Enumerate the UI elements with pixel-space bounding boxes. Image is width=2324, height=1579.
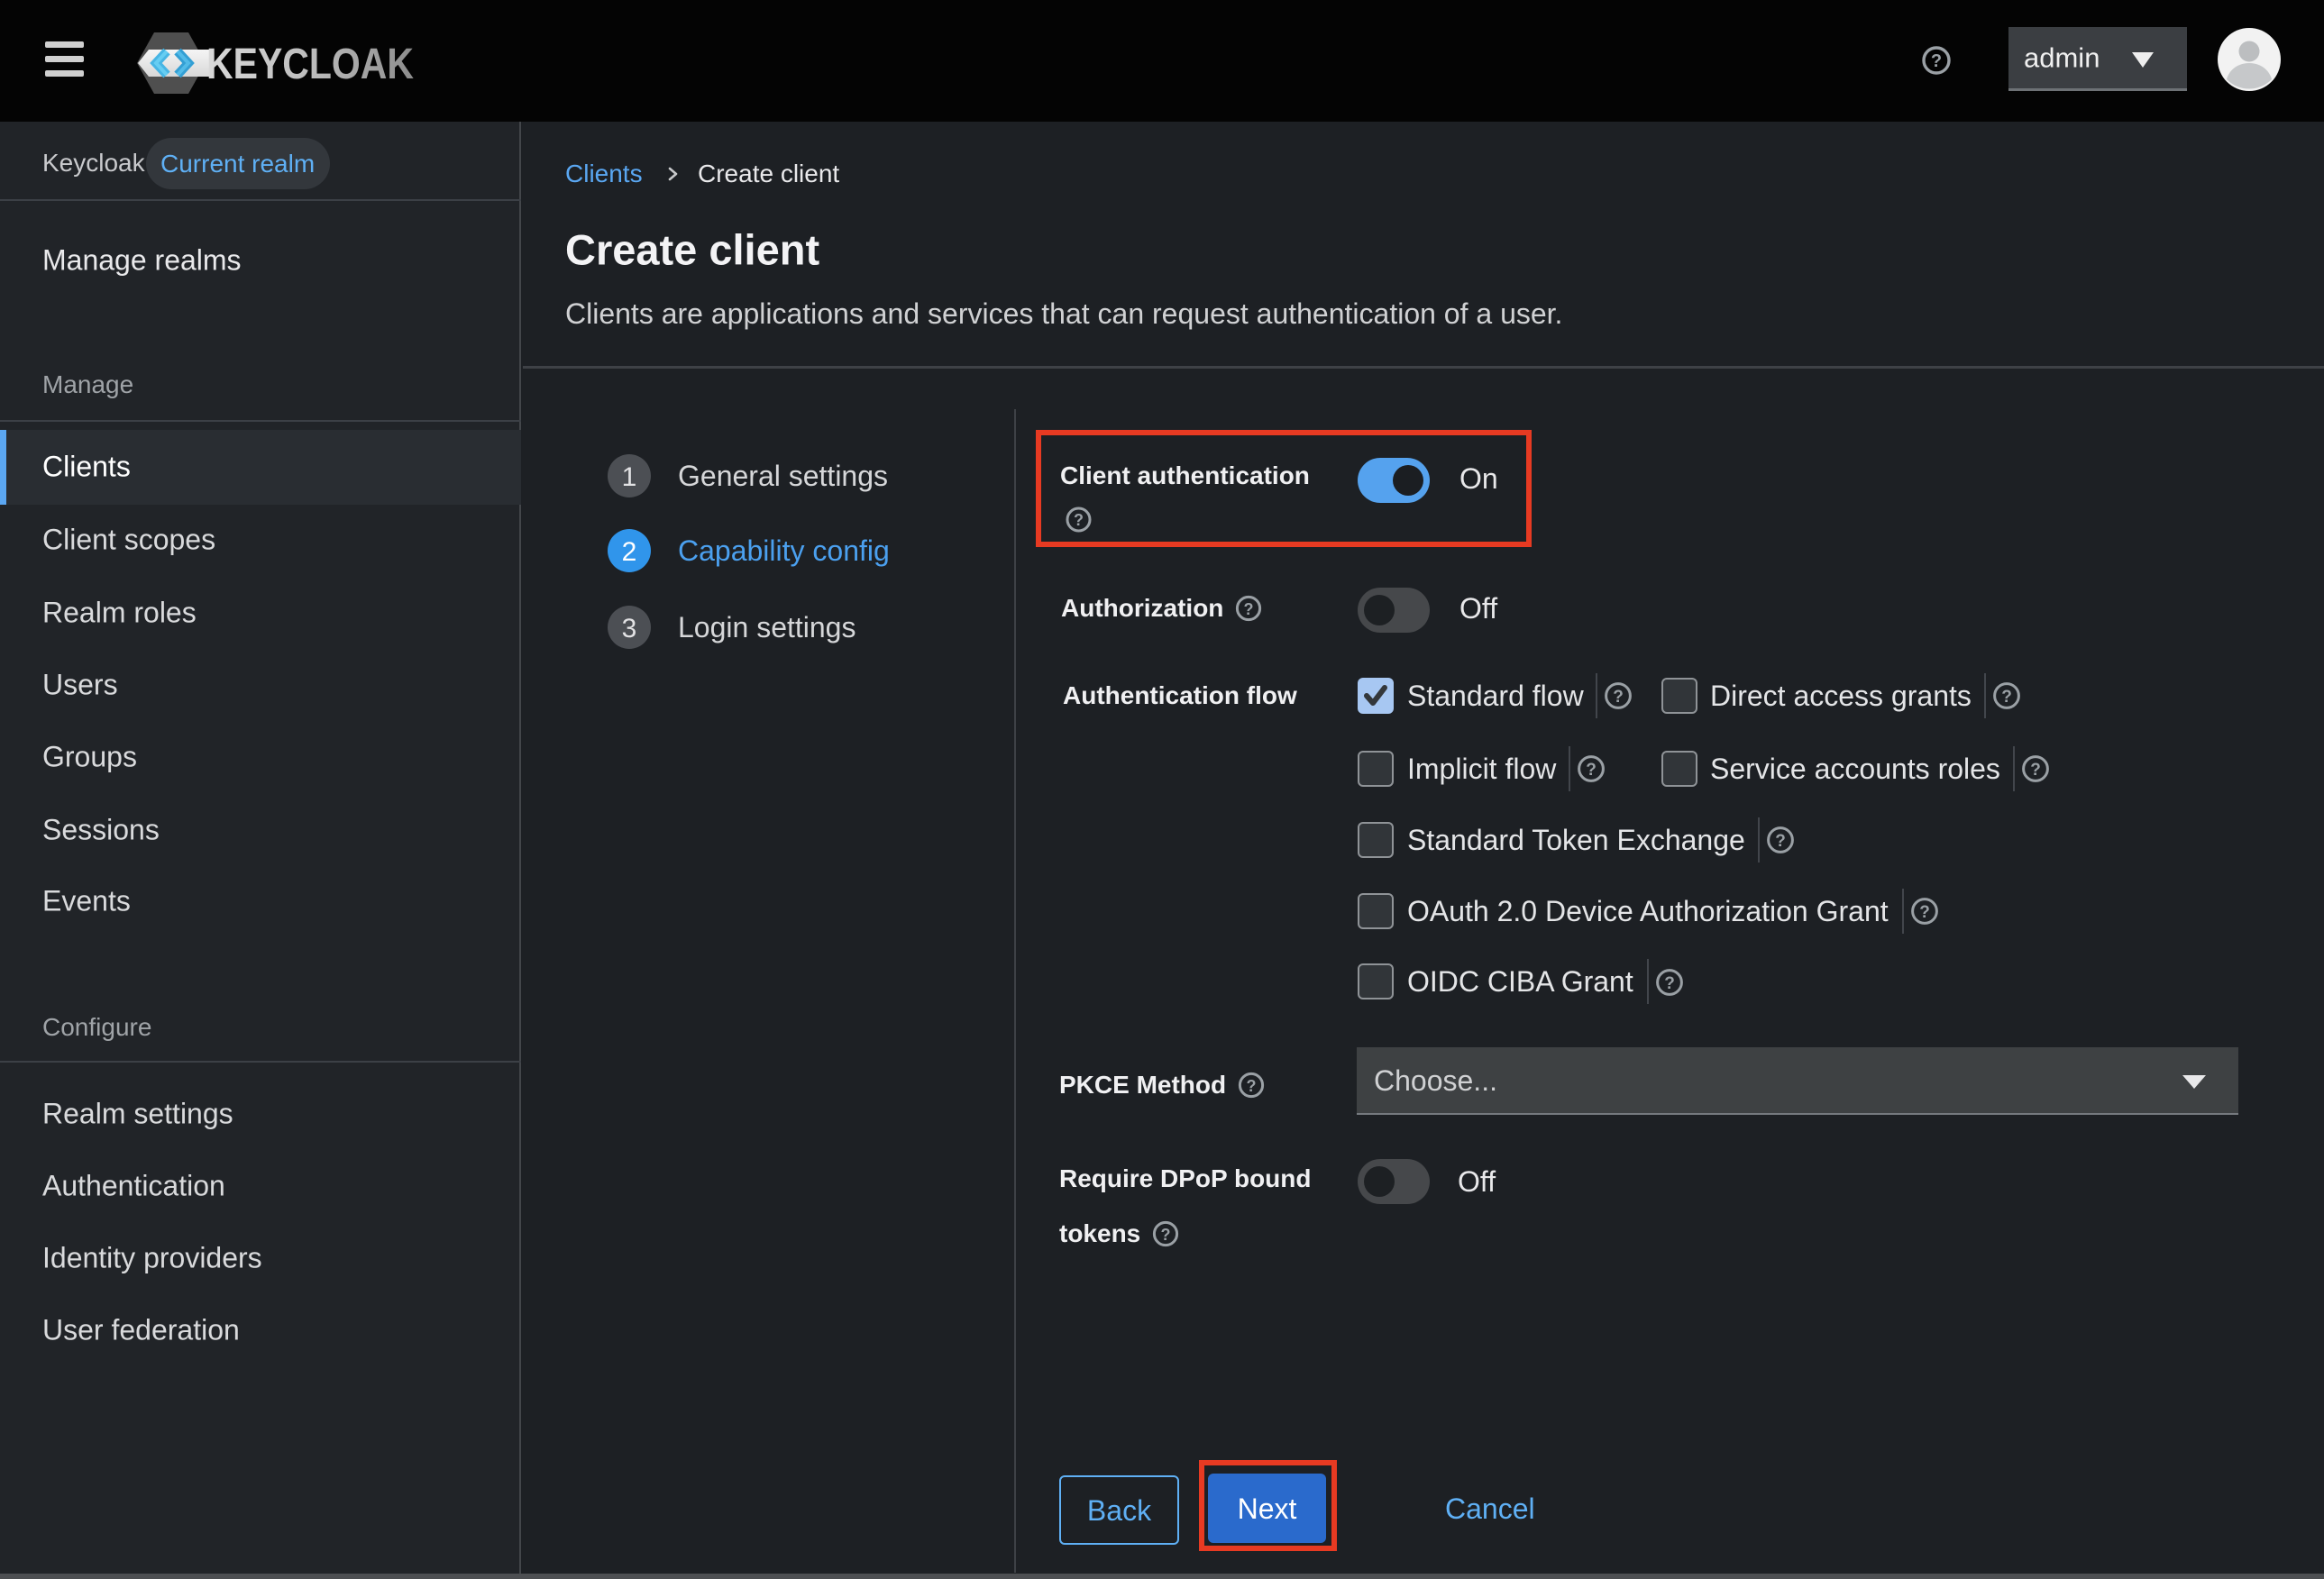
svg-text:?: ? [1074, 511, 1084, 529]
svg-text:?: ? [1161, 1226, 1171, 1244]
svg-text:?: ? [1244, 600, 1254, 618]
svg-text:?: ? [1664, 974, 1675, 993]
svg-text:?: ? [1247, 1077, 1257, 1095]
svg-text:?: ? [1931, 51, 1942, 71]
svg-text:?: ? [2001, 688, 2012, 707]
svg-text:?: ? [1613, 688, 1624, 707]
svg-text:?: ? [1775, 832, 1786, 851]
svg-text:?: ? [1586, 761, 1597, 780]
svg-text:?: ? [1919, 903, 1930, 922]
svg-text:KEYCLOAK: KEYCLOAK [206, 41, 414, 88]
svg-text:?: ? [2030, 761, 2041, 780]
